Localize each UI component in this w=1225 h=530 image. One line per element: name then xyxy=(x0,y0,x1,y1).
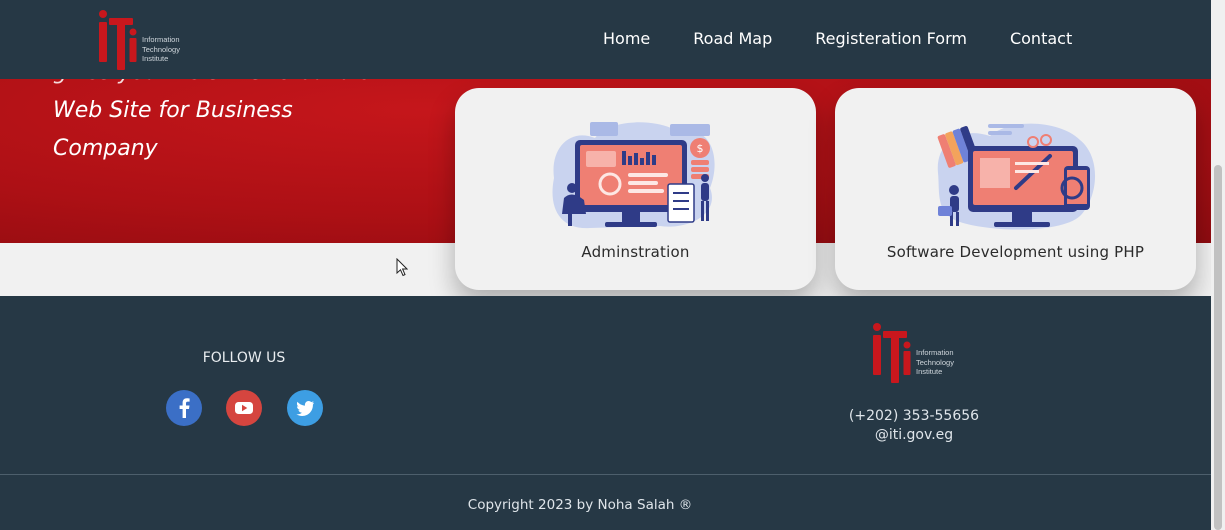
design-development-illustration xyxy=(937,123,1096,230)
follow-us-title: FOLLOW US xyxy=(202,350,286,366)
nav-road-map[interactable]: Road Map xyxy=(693,29,772,48)
facebook-link[interactable] xyxy=(166,390,202,426)
footer-logo-text: Information Technology Institute xyxy=(916,348,954,377)
logo-text-line-1: Information xyxy=(142,35,180,44)
footer-iti-logo-mark xyxy=(873,323,911,383)
facebook-icon xyxy=(179,398,190,418)
logo-text: Information Technology Institute xyxy=(142,35,180,64)
main-nav: Home Road Map Registeration Form Contact xyxy=(603,29,1115,48)
footer-logo-text-line-1: Information xyxy=(916,348,954,357)
mouse-cursor-icon xyxy=(396,258,408,277)
footer-logo-text-line-3: Institute xyxy=(916,367,943,376)
track-card-administration[interactable]: $ Adminstration xyxy=(455,88,816,290)
contact-email: @iti.gov.eg xyxy=(874,427,954,443)
footer-logo-text-line-2: Technology xyxy=(916,357,954,367)
youtube-icon xyxy=(235,402,253,414)
youtube-link[interactable] xyxy=(226,390,262,426)
site-header: Information Technology Institute Home Ro… xyxy=(0,0,1211,79)
svg-text:$: $ xyxy=(697,142,704,155)
nav-home[interactable]: Home xyxy=(603,29,650,48)
twitter-link[interactable] xyxy=(287,390,323,426)
contact-phone: (+202) 353-55656 xyxy=(848,408,980,424)
iti-logo[interactable]: Information Technology Institute xyxy=(97,8,187,70)
footer-divider xyxy=(0,474,1211,475)
hero-line-1: Web Site for Business xyxy=(53,98,293,123)
card-label-administration: Adminstration xyxy=(581,243,690,261)
copyright-text: Copyright 2023 by Noha Salah ® xyxy=(467,497,693,513)
track-card-php[interactable]: Software Development using PHP xyxy=(835,88,1196,290)
logo-text-line-3: Institute xyxy=(142,54,169,63)
page: gives you the skills to build a Web Site… xyxy=(0,0,1211,530)
nav-registration-form[interactable]: Registeration Form xyxy=(815,29,967,48)
page-scrollbar[interactable] xyxy=(1211,0,1225,530)
hero-line-2: Company xyxy=(53,136,158,161)
iti-logo-mark xyxy=(99,10,137,70)
site-footer: FOLLOW US Information Technology Institu… xyxy=(0,296,1211,530)
card-label-php: Software Development using PHP xyxy=(886,243,1145,261)
twitter-icon xyxy=(296,400,314,416)
dashboard-analytics-illustration: $ xyxy=(552,122,715,229)
footer-iti-logo: Information Technology Institute xyxy=(871,321,961,383)
scrollbar-thumb[interactable] xyxy=(1214,165,1222,530)
nav-contact[interactable]: Contact xyxy=(1010,29,1072,48)
logo-text-line-2: Technology xyxy=(142,44,180,54)
